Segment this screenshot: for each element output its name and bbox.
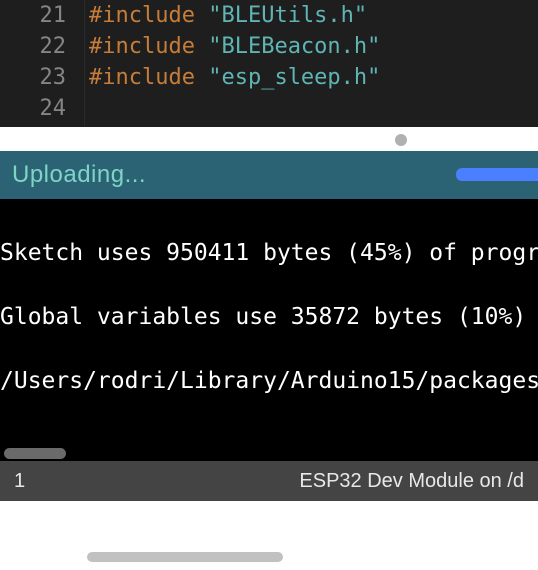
code-editor[interactable]: 21 22 23 24 #include "BLEUtils.h" #inclu…	[0, 0, 538, 127]
token-string: "esp_sleep.h"	[208, 65, 380, 90]
code-line: #include "esp_sleep.h"	[89, 62, 538, 93]
cursor-position: 1	[14, 470, 25, 493]
line-number: 23	[0, 62, 84, 93]
code-line: #include "BLEBeacon.h"	[89, 31, 538, 62]
line-number-gutter: 21 22 23 24	[0, 0, 85, 127]
code-area[interactable]: #include "BLEUtils.h" #include "BLEBeaco…	[85, 0, 538, 127]
progress-indicator	[456, 168, 538, 181]
panel-divider[interactable]	[0, 127, 538, 151]
console-line: /Users/rodri/Library/Arduino15/packages	[0, 365, 538, 397]
token-string: "BLEUtils.h"	[208, 3, 367, 28]
board-port-label: ESP32 Dev Module on /d	[299, 470, 524, 493]
console-line: Sketch uses 950411 bytes (45%) of progr	[0, 237, 538, 269]
upload-status-bar: Uploading...	[0, 151, 538, 199]
drag-handle-icon[interactable]	[395, 134, 407, 146]
status-label: Uploading...	[12, 161, 146, 189]
console-line: Global variables use 35872 bytes (10%)	[0, 301, 538, 333]
line-number: 22	[0, 31, 84, 62]
editor-horizontal-scrollbar[interactable]	[11, 543, 538, 570]
token-directive: #include	[89, 65, 208, 90]
token-directive: #include	[89, 34, 208, 59]
footer-status-bar: 1 ESP32 Dev Module on /d	[0, 461, 538, 501]
line-number: 21	[0, 0, 84, 31]
line-number: 24	[0, 93, 84, 124]
scrollbar-thumb[interactable]	[87, 552, 283, 562]
token-directive: #include	[89, 3, 208, 28]
code-line: #include "BLEUtils.h"	[89, 0, 538, 31]
output-console[interactable]: Sketch uses 950411 bytes (45%) of progr …	[0, 199, 538, 461]
scrollbar-thumb[interactable]	[4, 448, 66, 459]
token-string: "BLEBeacon.h"	[208, 34, 380, 59]
console-horizontal-scrollbar[interactable]	[0, 445, 538, 461]
